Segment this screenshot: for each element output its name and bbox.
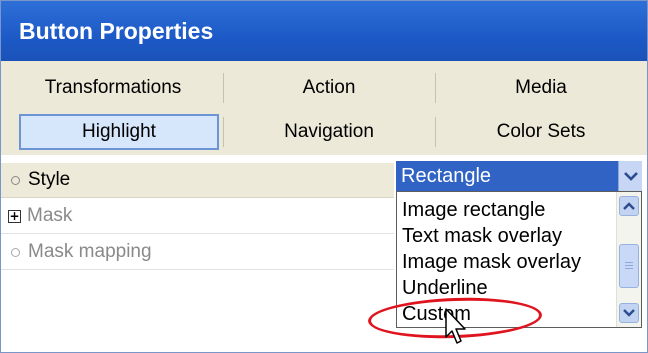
chevron-down-icon[interactable] (619, 303, 639, 323)
tab-divider (435, 117, 436, 147)
tab-media[interactable]: Media (439, 70, 643, 106)
window-title: Button Properties (19, 18, 214, 44)
property-row-mask-mapping[interactable]: Mask mapping (1, 235, 394, 270)
property-row-style[interactable]: Style (1, 163, 394, 198)
plus-box-icon[interactable]: + (8, 209, 21, 223)
mouse-pointer-icon (445, 308, 466, 344)
tab-transformations[interactable]: Transformations (7, 70, 219, 106)
property-label: Mask mapping (28, 241, 152, 262)
title-bar: Button Properties (1, 1, 647, 61)
option-image-mask-overlay[interactable]: Image mask overlay (402, 251, 581, 274)
chevron-up-icon[interactable] (619, 196, 639, 216)
bullet-icon (11, 175, 20, 185)
style-dropdown[interactable]: Rectangle (396, 161, 642, 191)
tab-divider (223, 117, 224, 147)
property-label: Mask (27, 205, 73, 226)
property-row-mask[interactable]: + Mask (1, 199, 394, 234)
tab-navigation[interactable]: Navigation (227, 114, 431, 150)
tab-color-sets[interactable]: Color Sets (439, 114, 643, 150)
list-scrollbar[interactable] (616, 192, 641, 327)
option-image-rectangle[interactable]: Image rectangle (402, 199, 545, 222)
button-properties-window: Button Properties Transformations Action… (0, 0, 648, 353)
option-text-mask-overlay[interactable]: Text mask overlay (402, 225, 562, 248)
tab-divider (223, 73, 224, 103)
property-label: Style (28, 169, 71, 190)
bullet-icon (11, 247, 20, 257)
style-dropdown-value: Rectangle (401, 164, 492, 187)
tab-highlight[interactable]: Highlight (19, 114, 219, 150)
tab-action[interactable]: Action (227, 70, 431, 106)
scroll-thumb[interactable] (619, 244, 639, 288)
tab-divider (435, 73, 436, 103)
chevron-down-icon[interactable] (618, 161, 642, 191)
option-underline[interactable]: Underline (402, 277, 488, 300)
tab-strip: Transformations Action Media Highlight N… (1, 61, 647, 155)
